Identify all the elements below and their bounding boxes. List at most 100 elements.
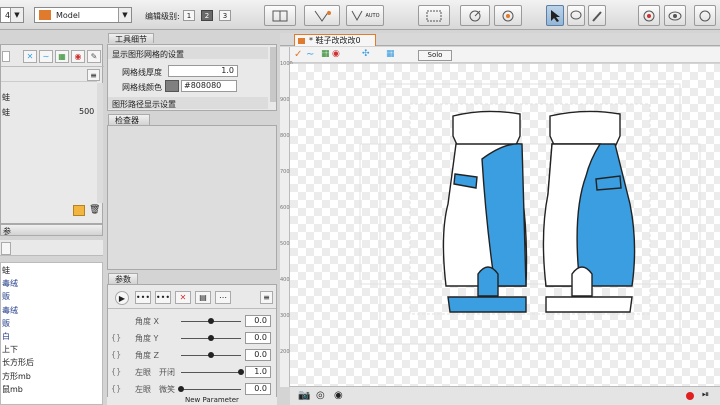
param-slider[interactable]: [181, 389, 241, 390]
camera-settings-icon[interactable]: ◎: [316, 390, 325, 401]
list-item[interactable]: 毒绒: [1, 277, 101, 290]
layer-icon[interactable]: ▦: [321, 49, 330, 59]
edit-level-2-button[interactable]: 2: [201, 10, 213, 21]
camera-icon[interactable]: 📷: [298, 390, 310, 401]
rotation-deformer-button[interactable]: [460, 5, 490, 26]
curve-icon[interactable]: ∼: [306, 49, 314, 60]
deformer-button[interactable]: [418, 5, 450, 26]
param-value[interactable]: 1.0: [245, 366, 271, 378]
param-value[interactable]: 0.0: [245, 383, 271, 395]
grid-thickness-input[interactable]: 1.0: [168, 65, 238, 77]
auto-mesh-button[interactable]: AUTO: [346, 5, 384, 26]
param-row[interactable]: {} 左眼 开闭 1.0: [107, 364, 275, 381]
auto-label: AUTO: [365, 12, 380, 19]
folder-icon[interactable]: [73, 205, 85, 216]
view-mode-button[interactable]: [664, 5, 686, 26]
tool-details-panel: 显示图形网格的设置 网格线厚度 1.0 网格线颜色 #808080 图形路径显示…: [107, 44, 277, 111]
param-value[interactable]: 0.0: [245, 349, 271, 361]
panel-subheader: [1, 69, 97, 82]
key-dots-icon[interactable]: ⋯: [215, 291, 231, 304]
canvas[interactable]: [290, 64, 720, 386]
param-slider-knob[interactable]: [208, 335, 214, 341]
view-toggle-button[interactable]: [638, 5, 660, 26]
play-icon[interactable]: ▶: [115, 291, 129, 305]
list-item[interactable]: 毒绒: [1, 304, 101, 317]
path-display-header: 图形路径显示设置: [108, 97, 268, 109]
auto-mesh-icon: [352, 10, 363, 22]
list-item[interactable]: 贩: [1, 317, 101, 330]
version-select[interactable]: 4.0 ▼: [0, 7, 24, 23]
glue-button[interactable]: [494, 5, 522, 26]
ruler-label: 300: [280, 313, 290, 319]
playback-icon[interactable]: ⏯: [702, 390, 709, 400]
list-item[interactable]: 贩: [1, 290, 101, 303]
scrollbar[interactable]: [270, 47, 276, 102]
target-icon: [643, 10, 655, 21]
lasso-tool-button[interactable]: [567, 5, 585, 26]
param-slider-knob[interactable]: [208, 318, 214, 324]
param-row[interactable]: {} 角度 Z 0.0: [107, 347, 275, 364]
tool-details-tab[interactable]: 工具细节: [108, 33, 154, 44]
key-three-icon[interactable]: •••: [155, 291, 171, 304]
list-item[interactable]: 白: [1, 330, 101, 343]
params-tab[interactable]: 参数: [108, 273, 138, 284]
param-value[interactable]: 0.0: [245, 332, 271, 344]
mesh-view-icon[interactable]: ▦: [386, 49, 395, 59]
list-item[interactable]: 方形mb: [1, 370, 101, 383]
clip-button[interactable]: [694, 5, 716, 26]
pen-tool-icon: [314, 10, 331, 22]
scrollbar[interactable]: [97, 83, 103, 203]
document-tab-icon: [298, 38, 305, 44]
deformer-filter-icon[interactable]: ✕: [23, 50, 37, 63]
key-delete-icon[interactable]: ✕: [175, 291, 191, 304]
document-tabbar: * 鞋子改改改0: [280, 33, 720, 46]
mode-select[interactable]: Model ▼: [34, 7, 132, 23]
ruler-label: 700: [280, 169, 290, 175]
pen-tool-button[interactable]: [304, 5, 340, 26]
grid-settings-title: 显示图形网格的设置: [112, 50, 184, 59]
grid-color-swatch[interactable]: [165, 80, 179, 92]
param-value[interactable]: 0.0: [245, 315, 271, 327]
table-icon[interactable]: ▤: [195, 291, 211, 304]
param-name: 角度 X: [135, 317, 160, 326]
trash-icon[interactable]: 🗑: [89, 205, 100, 216]
list-item[interactable]: 蛙: [1, 264, 101, 277]
inspector-tab[interactable]: 检查器: [108, 114, 150, 125]
list-item[interactable]: 长方形后: [1, 356, 101, 369]
grid-color-input[interactable]: #808080: [181, 80, 237, 92]
mesh-tool-button[interactable]: [264, 5, 296, 26]
arrow-tool-button[interactable]: [546, 5, 564, 26]
param-row[interactable]: {} 角度 Y 0.0: [107, 330, 275, 347]
art-icon[interactable]: ◉: [332, 49, 340, 59]
parts-search-field[interactable]: [2, 51, 10, 62]
list-toggle-icon[interactable]: [1, 242, 11, 255]
main-toolbar: 4.0 ▼ Model ▼ 编辑级别: 1 2 3 AUTO: [0, 0, 720, 30]
ruler-label: 800: [280, 133, 290, 139]
params-menu-icon[interactable]: ≡: [260, 291, 273, 304]
brush-tool-button[interactable]: [588, 5, 606, 26]
grid-filter-icon[interactable]: ▦: [55, 50, 69, 63]
param-slider-knob[interactable]: [238, 369, 244, 375]
path-filter-icon[interactable]: ∼: [39, 50, 53, 63]
value-row: 蛙 500: [1, 105, 97, 118]
menu-icon[interactable]: ≡: [87, 69, 100, 81]
fit-icon[interactable]: ✣: [362, 49, 370, 59]
new-parameter-label[interactable]: New Parameter: [185, 396, 239, 404]
edit-level-3-button[interactable]: 3: [219, 10, 231, 21]
param-slider-knob[interactable]: [208, 352, 214, 358]
solo-button[interactable]: Solo: [418, 50, 452, 61]
art-filter-icon[interactable]: ◉: [71, 50, 85, 63]
param-slider[interactable]: [181, 372, 241, 373]
deform-path-icon[interactable]: ✓: [294, 49, 302, 60]
record-icon[interactable]: [686, 392, 694, 400]
list-item[interactable]: 上下: [1, 343, 101, 356]
document-tab[interactable]: * 鞋子改改改0: [294, 34, 376, 46]
ruler-label: 600: [280, 205, 290, 211]
edit-level-1-button[interactable]: 1: [183, 10, 195, 21]
key-add-icon[interactable]: •••: [135, 291, 151, 304]
camera-record-icon[interactable]: ◉: [334, 390, 343, 401]
param-slider-knob[interactable]: [178, 386, 184, 392]
list-item[interactable]: 鼠mb: [1, 383, 101, 396]
param-row[interactable]: 角度 X 0.0: [107, 313, 275, 330]
pen-filter-icon[interactable]: ✎: [87, 50, 101, 63]
